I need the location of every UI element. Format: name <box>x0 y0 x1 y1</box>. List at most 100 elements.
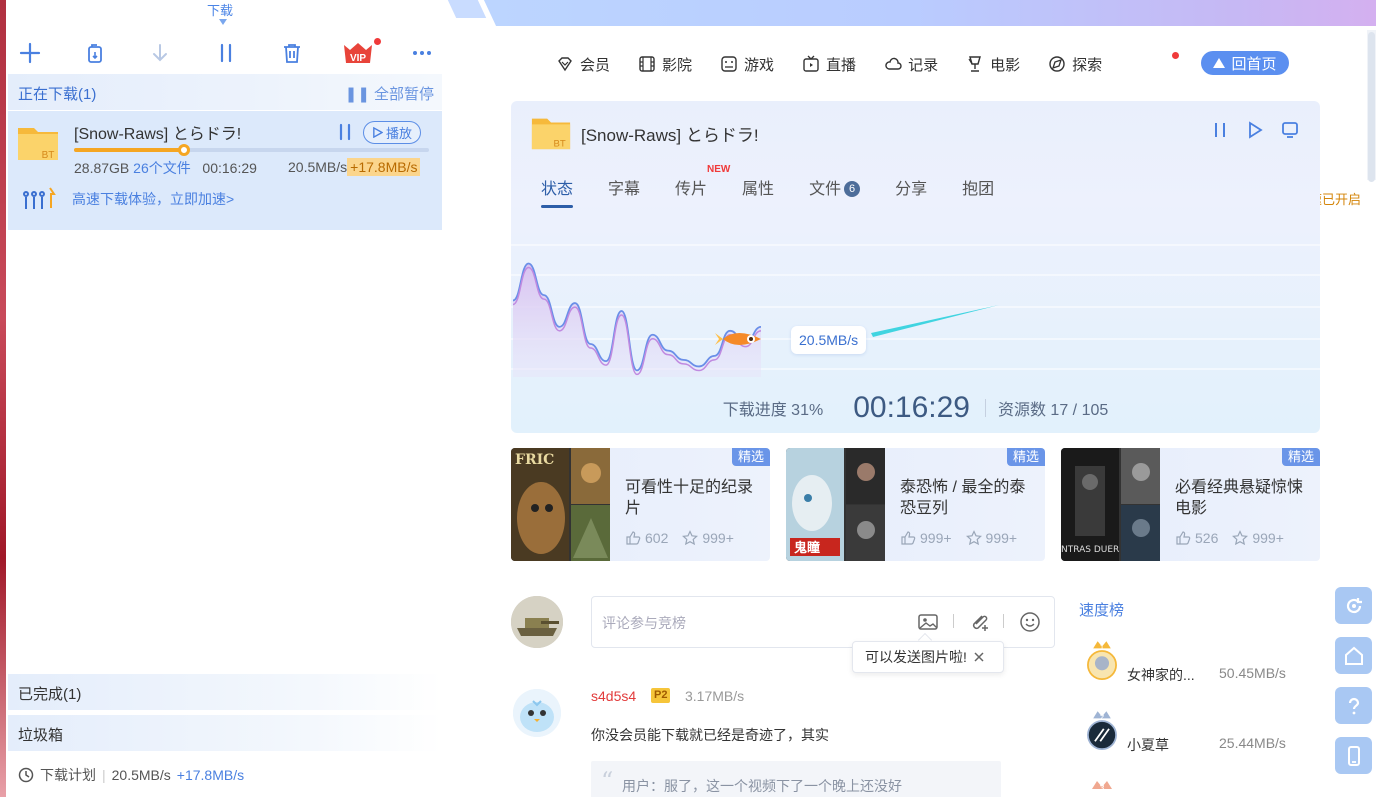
rank-2-avatar[interactable]: 2 <box>1082 706 1122 750</box>
attach-file-icon[interactable] <box>968 611 990 633</box>
tab-group[interactable]: 抱团 <box>962 175 994 199</box>
new-tag: NEW <box>707 164 731 175</box>
start-button[interactable] <box>145 38 175 68</box>
recommend-title: 泰恐怖 / 最全的泰恐豆列 <box>900 479 1026 517</box>
recommend-title: 必看经典悬疑惊悚电影 <box>1175 479 1304 517</box>
nav-game[interactable]: 游戏 <box>720 54 774 75</box>
recommend-card-1[interactable]: FRIC 精选 可看性十足的纪录片 602 999+ <box>511 448 770 561</box>
pause-button[interactable] <box>211 38 241 68</box>
image-icon[interactable] <box>917 611 939 633</box>
more-button[interactable] <box>407 38 437 68</box>
add-task-button[interactable] <box>15 38 45 68</box>
documentary-poster: FRIC <box>511 448 610 561</box>
trash-section[interactable]: 垃圾箱 <box>8 715 442 751</box>
close-icon[interactable] <box>973 651 985 663</box>
completed-label: 已完成(1) <box>18 686 82 703</box>
star-icon[interactable] <box>965 530 982 546</box>
item-info: 28.87GB 26个文件 00:16:29 <box>74 158 257 178</box>
tab-status[interactable]: 状态 <box>541 175 574 208</box>
nav-explore[interactable]: 探索 <box>1048 54 1102 75</box>
poster-thumbnail: NTRAS DUER <box>1061 448 1160 561</box>
download-arrow-icon <box>153 44 167 62</box>
nav-cinema[interactable]: 影院 <box>638 54 692 75</box>
item-pause-icon[interactable] <box>337 123 353 141</box>
rank-2-name[interactable]: 小夏草 <box>1127 735 1169 755</box>
nav-movie[interactable]: 电影 <box>966 54 1020 75</box>
commenter-avatar[interactable] <box>513 689 561 737</box>
nav-member[interactable]: 会员 <box>556 54 610 75</box>
tab-share[interactable]: 分享 <box>895 175 927 199</box>
rank-3-avatar[interactable]: 3 <box>1082 775 1122 797</box>
poster-thumbnail: 鬼瞳 <box>786 448 885 561</box>
mobile-button[interactable] <box>1335 737 1372 774</box>
emoji-icon[interactable] <box>1019 611 1041 633</box>
home-button[interactable]: 回首页 <box>1201 51 1289 75</box>
thumb-up-icon[interactable] <box>900 530 916 546</box>
trash-label: 垃圾箱 <box>18 727 64 744</box>
play-button[interactable]: 播放 <box>363 121 421 144</box>
star-count: 999+ <box>1252 530 1284 546</box>
item-progress-bar <box>74 144 429 156</box>
star-icon[interactable] <box>682 530 699 546</box>
progress-label: 下载进度 31% <box>722 402 824 419</box>
tab-properties[interactable]: 属性 <box>742 175 774 199</box>
tab-transfer[interactable]: 传片 <box>675 175 707 199</box>
help-button[interactable] <box>1335 687 1372 724</box>
detail-title: [Snow-Raws] とらドラ! <box>581 126 759 145</box>
completed-section[interactable]: 已完成(1) <box>8 674 442 710</box>
item-files-link[interactable]: 26个文件 <box>133 160 191 176</box>
play-icon <box>373 127 383 138</box>
tab-download[interactable]: 下载 <box>190 0 250 19</box>
accelerate-link[interactable]: 高速下载体验，立即加速> <box>72 189 234 209</box>
rank-1-speed: 50.45MB/s <box>1219 665 1286 681</box>
rank-2-speed: 25.44MB/s <box>1219 735 1286 751</box>
download-plan-link[interactable]: 下载计划 <box>40 765 96 785</box>
trophy-icon <box>968 56 982 72</box>
top-banner <box>448 0 1376 26</box>
item-name: [Snow-Raws] とらドラ! <box>74 126 242 143</box>
pause-icon[interactable] <box>1211 121 1229 139</box>
vip-button[interactable]: VIP <box>340 38 376 68</box>
item-size: 28.87GB <box>74 160 130 176</box>
home-float-button[interactable] <box>1335 637 1372 674</box>
nav-live[interactable]: 直播 <box>802 54 856 75</box>
refresh-button[interactable] <box>1335 587 1372 624</box>
tab-files[interactable]: 文件 6 <box>809 175 861 199</box>
diamond-icon <box>558 57 572 72</box>
commenter-name[interactable]: s4d5s4 <box>591 688 636 704</box>
recommend-meta: 526 999+ <box>1175 530 1284 546</box>
nav-record[interactable]: 记录 <box>884 54 938 75</box>
recommend-card-3[interactable]: NTRAS DUER 精选 必看经典悬疑惊悚电影 526 999+ <box>1061 448 1320 561</box>
svg-text:3: 3 <box>1099 783 1104 793</box>
delete-button[interactable] <box>277 38 307 68</box>
svg-text:NTRAS DUER: NTRAS DUER <box>1061 545 1119 555</box>
play-icon[interactable] <box>1246 121 1264 139</box>
recommend-title: 可看性十足的纪录片 <box>625 479 754 517</box>
star-icon[interactable] <box>1232 530 1249 546</box>
thumb-up-icon[interactable] <box>1175 530 1191 546</box>
commenter-speed: 3.17MB/s <box>685 688 745 704</box>
like-count: 999+ <box>920 530 952 546</box>
vip-notify-dot <box>374 38 381 45</box>
featured-tag: 精选 <box>1006 448 1045 466</box>
rank-1-avatar[interactable]: 1 <box>1082 636 1122 680</box>
progress-fill <box>74 148 185 152</box>
rank-1-name[interactable]: 女神家的... <box>1127 665 1195 685</box>
quote-text: 用户：服了，这一个视频下了一个晚上还没好 <box>622 778 902 794</box>
copy-link-button[interactable] <box>80 38 110 68</box>
recommend-meta: 999+ 999+ <box>900 530 1017 546</box>
thumb-up-icon[interactable] <box>625 530 641 546</box>
downloading-section-header[interactable]: 正在下载(1) ❚❚ 全部暂停 <box>8 74 442 110</box>
scrollbar-thumb[interactable] <box>1368 32 1375 182</box>
phone-icon <box>1347 745 1360 766</box>
recommend-card-2[interactable]: 鬼瞳 精选 泰恐怖 / 最全的泰恐豆列 999+ 999+ <box>786 448 1045 561</box>
cast-screen-icon[interactable] <box>1281 121 1299 139</box>
house-icon <box>1344 646 1363 665</box>
like-count: 526 <box>1195 530 1219 546</box>
my-avatar[interactable] <box>511 596 563 648</box>
tab-subtitle[interactable]: 字幕 <box>608 175 640 199</box>
like-count: 602 <box>645 530 669 546</box>
accelerate-icon <box>23 187 56 209</box>
tv-icon <box>803 55 819 72</box>
pause-all-button[interactable]: ❚❚ 全部暂停 <box>345 83 434 104</box>
